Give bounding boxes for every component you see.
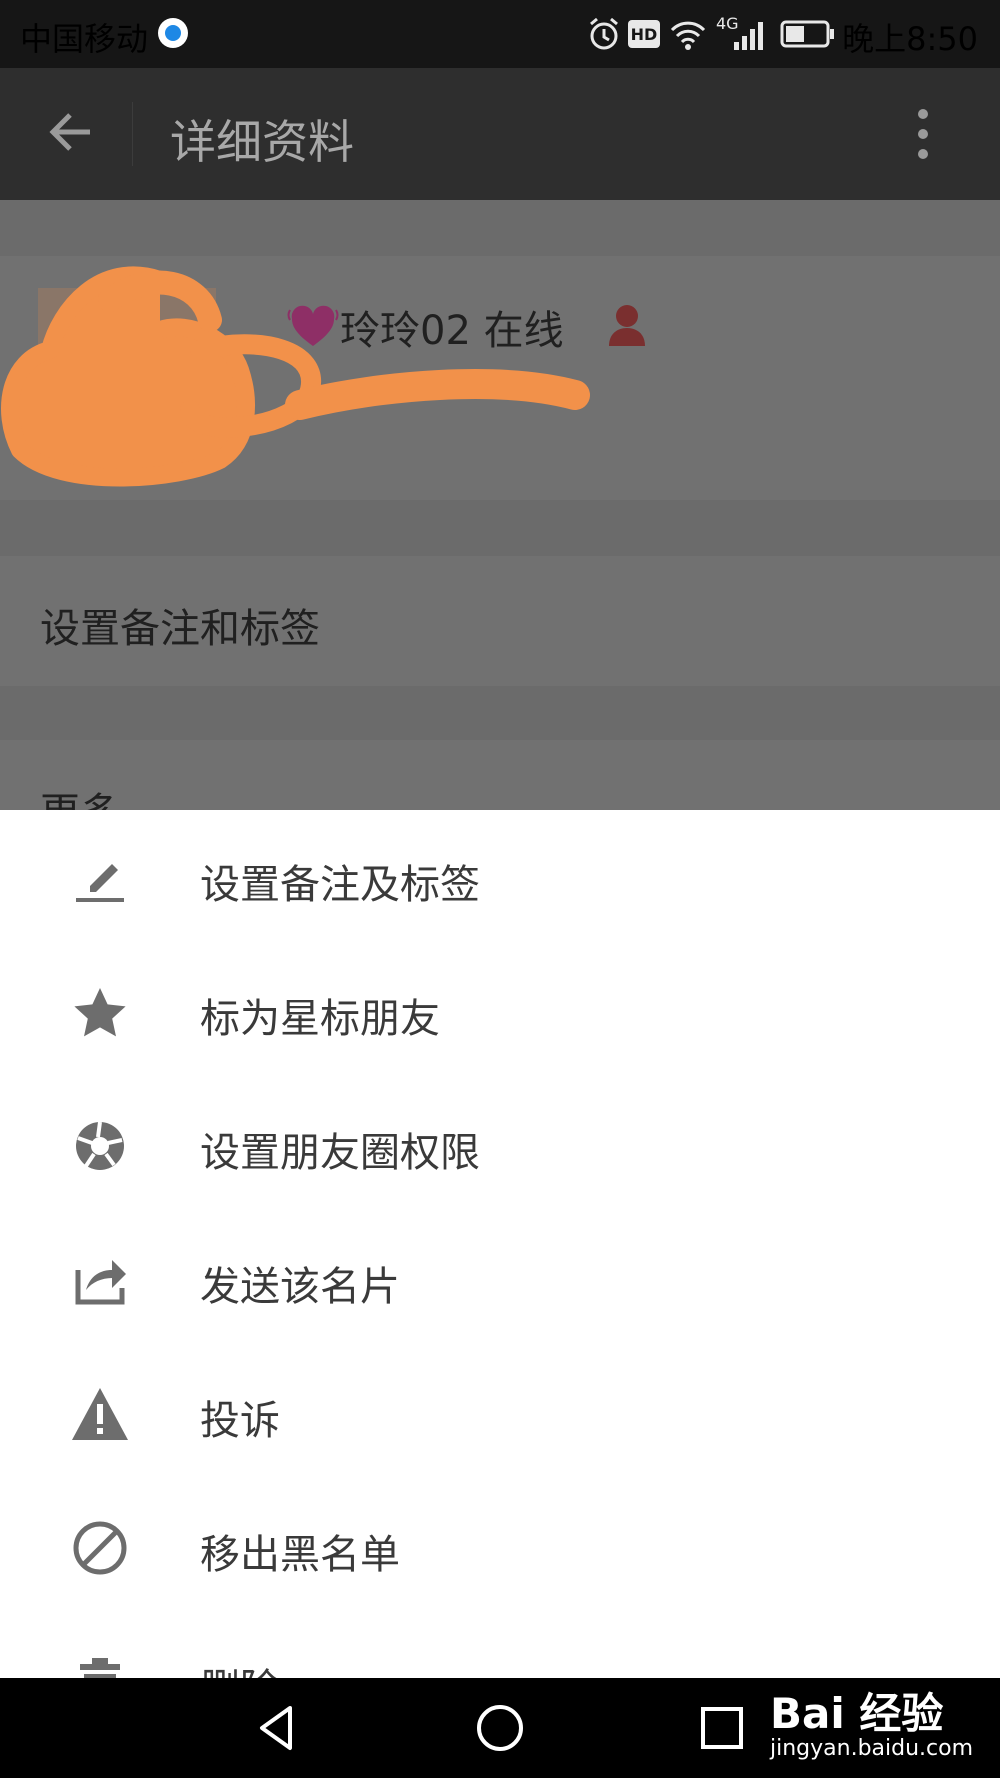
warning-icon [72, 1388, 128, 1440]
app-bar-divider [132, 102, 133, 166]
app-bar [0, 68, 1000, 200]
watermark-brand: Bai 经验 [770, 1689, 944, 1738]
menu-item-label: 删除 [200, 1656, 280, 1678]
menu-item-remove-blacklist[interactable]: 移出黑名单 [0, 1480, 1000, 1614]
nav-home-icon[interactable] [472, 1700, 528, 1756]
menu-item-delete[interactable]: 删除 [0, 1614, 1000, 1678]
alarm-icon [590, 17, 618, 50]
contact-action-sheet: 设置备注及标签 标为星标朋友 设置朋友圈权限 发送该名片 投诉 移出黑名单 [0, 810, 1000, 1678]
more-row[interactable]: 更多 [0, 740, 1000, 810]
trash-icon [80, 1658, 120, 1678]
menu-item-label: 标为星标朋友 [200, 996, 440, 1042]
remark-and-tags-label: 设置备注和标签 [40, 606, 320, 652]
signal-icon [734, 22, 763, 50]
notification-app-icon [158, 18, 188, 48]
menu-item-set-remark[interactable]: 设置备注及标签 [0, 810, 1000, 944]
nav-back-icon[interactable] [250, 1700, 306, 1756]
more-options-icon[interactable] [900, 104, 946, 164]
wifi-icon [670, 21, 706, 50]
more-row-label: 更多 [40, 780, 120, 810]
clock: 晚上8:50 [842, 20, 978, 58]
menu-item-send-card[interactable]: 发送该名片 [0, 1212, 1000, 1346]
menu-item-star-friend[interactable]: 标为星标朋友 [0, 944, 1000, 1078]
back-arrow-icon[interactable] [40, 100, 104, 164]
pencil-icon [76, 864, 124, 902]
share-icon [75, 1260, 126, 1305]
page-title: 详细资料 [170, 115, 354, 169]
female-icon [609, 305, 645, 346]
aperture-icon [76, 1121, 124, 1170]
menu-item-label: 移出黑名单 [200, 1532, 400, 1578]
menu-item-label: 发送该名片 [200, 1264, 400, 1310]
hd-badge: HD [628, 20, 660, 48]
star-icon [74, 988, 126, 1037]
battery-icon [780, 20, 834, 48]
menu-item-moments-permission[interactable]: 设置朋友圈权限 [0, 1078, 1000, 1212]
carrier-label: 中国移动 [20, 20, 149, 58]
nav-recents-icon[interactable] [694, 1700, 750, 1756]
menu-item-label: 设置备注及标签 [200, 862, 480, 908]
block-icon [73, 1521, 127, 1575]
watermark-url: jingyan.baidu.com [770, 1736, 974, 1761]
menu-item-report[interactable]: 投诉 [0, 1346, 1000, 1480]
menu-item-label: 设置朋友圈权限 [200, 1130, 480, 1176]
privacy-scribble [1, 266, 590, 487]
menu-item-label: 投诉 [200, 1398, 280, 1444]
